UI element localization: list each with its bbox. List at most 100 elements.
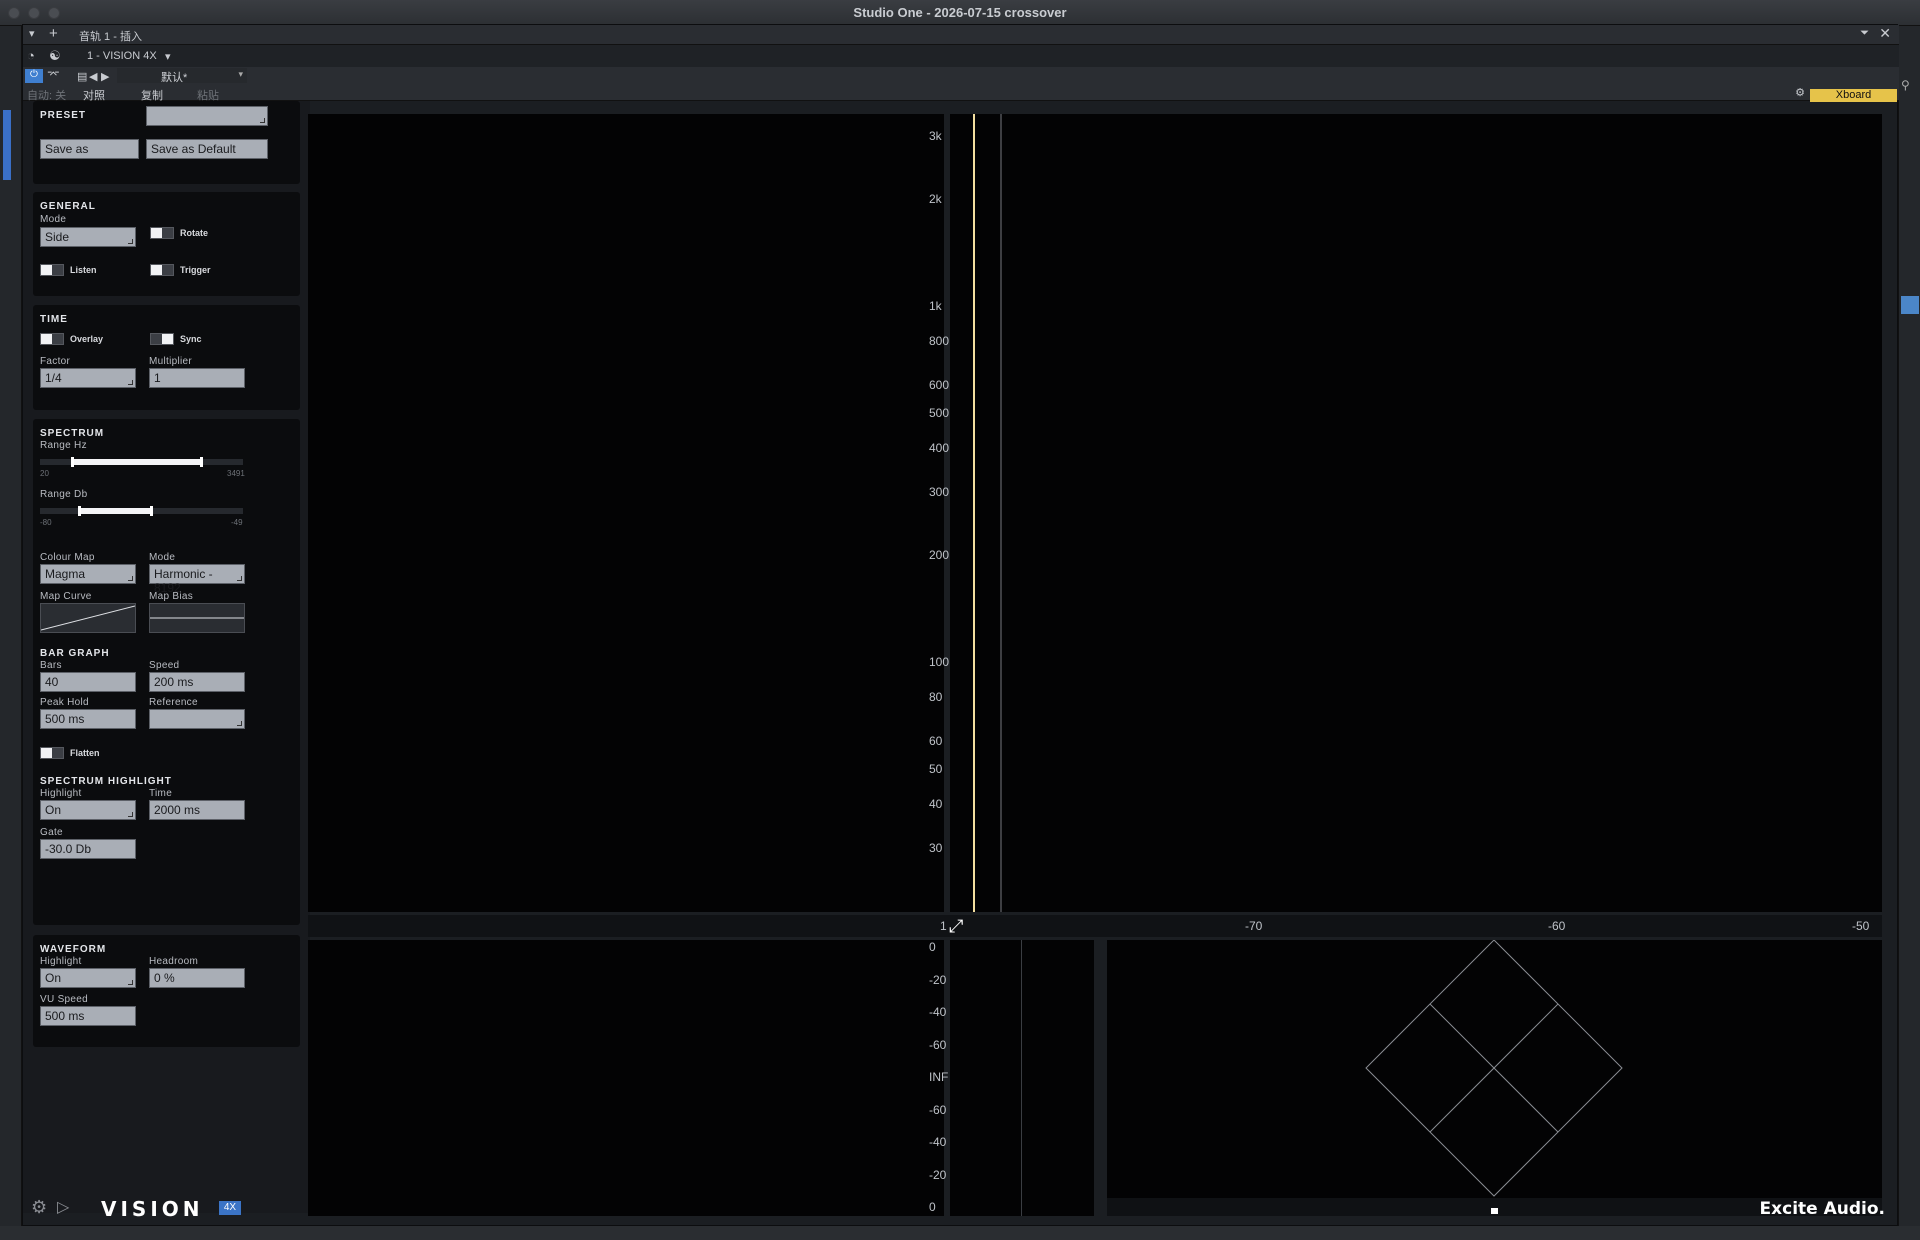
rotate-label: Rotate — [180, 228, 209, 238]
gate-field[interactable]: -30.0 Db — [40, 839, 136, 859]
waveform-display[interactable] — [308, 940, 944, 1216]
range-hz-max: 3491 — [227, 469, 245, 478]
plugin-slot-bar: ◔ ☯ 1 - VISION 4X ▾ — [23, 45, 1899, 67]
waveform-highlight-label: Highlight — [40, 956, 82, 967]
section-heading: GENERAL — [40, 201, 96, 212]
frequency-tick-label: 50 — [929, 762, 943, 777]
xboard-button[interactable]: Xboard — [1810, 89, 1897, 102]
frequency-tick-label: 1k — [929, 299, 942, 314]
listen-label: Listen — [70, 265, 97, 275]
map-curve-editor[interactable] — [40, 603, 136, 633]
mode-label: Mode — [40, 214, 67, 225]
range-hz-handle-high[interactable] — [200, 457, 204, 467]
frequency-tick-label: 100 — [929, 655, 950, 670]
track-insert-label: 音轨 1 - 插入 — [79, 31, 142, 43]
range-db-handle-high[interactable] — [149, 506, 153, 516]
spectrum-mode-dropdown[interactable]: Harmonic - 8192 — [149, 564, 245, 595]
host-right-strip: ⚲ — [1898, 26, 1920, 1240]
power-icon[interactable]: ⏻ — [25, 69, 43, 83]
gate-label: Gate — [40, 827, 63, 838]
chevron-down-icon[interactable]: ▾ — [165, 50, 171, 63]
factor-dropdown[interactable]: 1/4 — [40, 368, 136, 388]
meter-tick-label: -40 — [929, 1005, 947, 1019]
frequency-tick-label: 3k — [929, 129, 942, 144]
colour-map-dropdown[interactable]: Magma — [40, 564, 136, 584]
bars-field[interactable]: 40 — [40, 672, 136, 692]
bars-label: Bars — [40, 660, 62, 671]
plugin-window: ▾ + 音轨 1 - 插入 ⏷ ✕ ◔ ☯ 1 - VISION 4X ▾ ⏻ … — [22, 24, 1899, 1226]
add-icon[interactable]: + — [49, 25, 58, 42]
general-mode-dropdown[interactable]: Side — [40, 227, 136, 247]
meter-tick-label: -60 — [929, 1102, 947, 1117]
frequency-tick-label: 300 — [929, 485, 950, 500]
preset-name-field[interactable] — [146, 106, 268, 126]
range-db-slider[interactable] — [40, 506, 243, 516]
bar-graph-display[interactable] — [950, 114, 1882, 912]
reference-dropdown[interactable] — [149, 709, 245, 729]
routing-icon[interactable]: ☯ — [49, 48, 61, 64]
spectrum-section: SPECTRUM Range Hz 20 3491 Range Db -80 -… — [33, 419, 300, 925]
flatten-label: Flatten — [70, 748, 100, 758]
speed-label: Speed — [149, 660, 180, 671]
overlay-label: Overlay — [70, 334, 104, 344]
bar-axis-label: 1 — [940, 919, 947, 933]
frequency-tick-label: 500 — [929, 406, 950, 421]
chevron-down-icon[interactable]: ▾ — [238, 69, 243, 80]
range-hz-handle-low[interactable] — [71, 457, 75, 467]
expand-icon[interactable]: ⤢ — [949, 916, 969, 936]
highlight-time-field[interactable]: 2000 ms — [149, 800, 245, 820]
flatten-toggle[interactable] — [40, 747, 64, 759]
range-db-handle-low[interactable] — [77, 506, 81, 516]
host-scroll-thumb[interactable] — [1901, 296, 1919, 314]
gear-icon[interactable]: ⚙ — [31, 1197, 47, 1218]
peak-hold-field[interactable]: 500 ms — [40, 709, 136, 729]
plugin-slot-name[interactable]: 1 - VISION 4X — [87, 50, 157, 62]
pin-icon[interactable]: ⏷ — [1860, 27, 1869, 40]
range-hz-fill — [72, 459, 203, 465]
headroom-field[interactable]: 0 % — [149, 968, 245, 988]
save-as-button[interactable]: Save as — [40, 139, 139, 159]
play-icon[interactable]: ▷ — [57, 1197, 69, 1217]
page-icon[interactable]: ▤ — [77, 70, 87, 83]
gear-icon[interactable]: ⚙ — [1795, 86, 1805, 99]
vu-speed-field[interactable]: 500 ms — [40, 1006, 136, 1026]
vu-speed-label: VU Speed — [40, 994, 88, 1005]
close-icon[interactable]: ✕ — [1879, 25, 1891, 42]
preset-selector[interactable]: 默认* ▾ — [117, 68, 247, 84]
sync-toggle[interactable] — [150, 333, 174, 345]
plugin-icon[interactable]: ◔ — [27, 48, 35, 63]
frequency-tick-label: 400 — [929, 440, 950, 455]
range-db-min: -80 — [40, 518, 52, 527]
frequency-tick-label: 600 — [929, 378, 950, 393]
overlay-toggle[interactable] — [40, 333, 64, 345]
map-bias-editor[interactable] — [149, 603, 245, 633]
spectrogram-display[interactable] — [308, 114, 944, 912]
preset-section: PRESET Save as Save as Default — [33, 101, 300, 184]
version-badge: 4X — [219, 1201, 241, 1215]
listen-toggle[interactable] — [40, 264, 64, 276]
save-as-default-button[interactable]: Save as Default — [146, 139, 268, 159]
speed-field[interactable]: 200 ms — [149, 672, 245, 692]
section-heading: BAR GRAPH — [40, 648, 110, 659]
window-title: Studio One - 2026-07-15 crossover — [853, 5, 1067, 20]
next-preset-button[interactable]: ▶ — [101, 70, 109, 83]
spectrum-highlight-dropdown[interactable]: On — [40, 800, 136, 820]
search-icon[interactable]: ⚲ — [1901, 78, 1910, 92]
section-heading: WAVEFORM — [40, 944, 107, 955]
trigger-toggle[interactable] — [150, 264, 174, 276]
level-meter-display[interactable] — [950, 940, 1094, 1216]
meter-tick-label: -20 — [929, 972, 947, 987]
bar-axis-label: -50 — [1852, 919, 1870, 933]
range-hz-slider[interactable] — [40, 457, 243, 467]
reference-label: Reference — [149, 697, 198, 708]
automation-icon[interactable]: ⌤ — [47, 68, 60, 81]
chevron-down-icon[interactable]: ▾ — [29, 27, 35, 40]
map-curve-label: Map Curve — [40, 591, 92, 602]
vectorscope-display[interactable] — [1107, 940, 1882, 1198]
rotate-toggle[interactable] — [150, 227, 174, 239]
waveform-highlight-dropdown[interactable]: On — [40, 968, 136, 988]
previous-preset-button[interactable]: ◀ — [89, 70, 97, 83]
control-panel: PRESET Save as Save as Default GENERAL M… — [23, 101, 310, 1213]
meter-tick-label: 0 — [929, 940, 936, 954]
multiplier-field[interactable]: 1 — [149, 368, 245, 388]
